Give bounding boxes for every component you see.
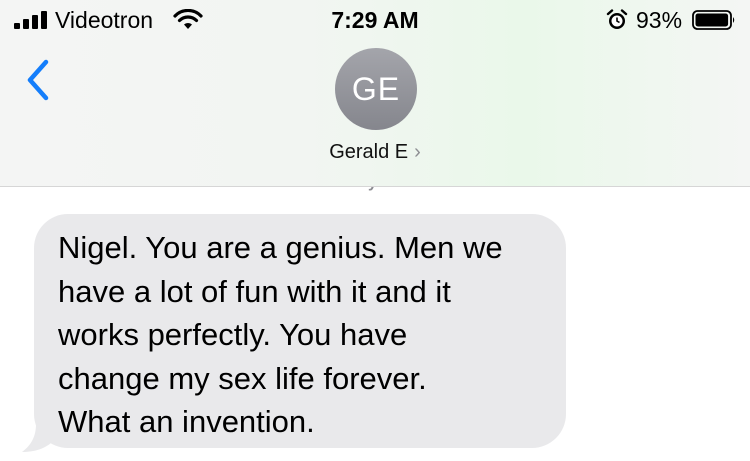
contact-name: Gerald E <box>329 141 409 163</box>
message-line: have a lot of fun with it and it <box>58 273 451 309</box>
chevron-right-icon: › <box>414 141 421 163</box>
battery-percent: 93% <box>636 7 683 33</box>
contact-name-button[interactable]: Gerald E › <box>0 141 750 164</box>
bubble-tail <box>22 424 54 452</box>
message-line: Nigel. You are a genius. Men we <box>58 230 503 265</box>
message-line: What an invention. <box>58 404 315 439</box>
message-text: Nigel. You are a genius. Men we have a l… <box>58 226 558 444</box>
avatar[interactable]: GE <box>335 48 417 130</box>
message-line: works perfectly. You have <box>58 317 408 352</box>
message-line: change my sex life forever. <box>58 360 427 396</box>
battery-icon <box>692 10 735 30</box>
alarm-icon <box>606 9 628 29</box>
avatar-initials: GE <box>351 71 401 107</box>
status-bar: Videotron 7:29 AM 93% <box>0 0 750 40</box>
chevron-left-icon[interactable] <box>22 56 54 104</box>
conversation-header: Videotron 7:29 AM 93% GE Gerald E › <box>0 0 750 187</box>
